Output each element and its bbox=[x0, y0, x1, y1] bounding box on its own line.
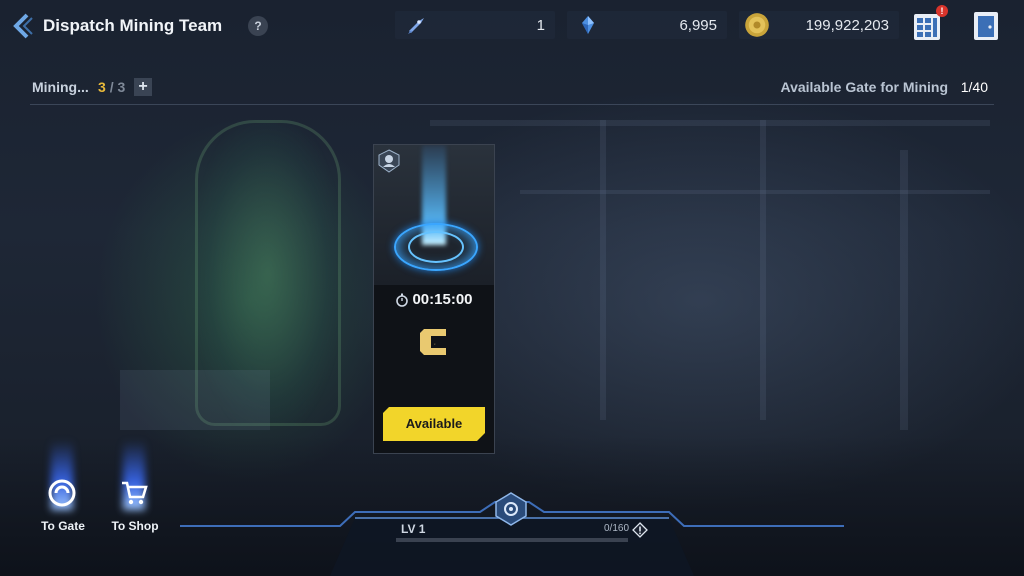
svg-text:C: C bbox=[434, 344, 436, 346]
top-bar: Dispatch Mining Team ? 1 6,995 199,922,2… bbox=[0, 0, 1024, 54]
rocket-resource: 1 bbox=[395, 11, 555, 39]
crystal-icon bbox=[582, 16, 594, 34]
back-button[interactable] bbox=[10, 12, 36, 40]
mining-team-card[interactable]: 00:15:00 C Available bbox=[373, 144, 495, 454]
gold-coin-icon bbox=[745, 13, 769, 37]
add-mining-slot-button[interactable]: + bbox=[134, 78, 152, 96]
page-title: Dispatch Mining Team bbox=[43, 16, 223, 35]
hunter-badge-icon bbox=[378, 149, 400, 173]
card-artwork bbox=[374, 145, 494, 285]
available-gate-label: Available Gate for Mining bbox=[780, 79, 948, 95]
warning-icon[interactable] bbox=[632, 522, 648, 538]
mining-max: 3 bbox=[117, 79, 126, 95]
exit-door-button[interactable] bbox=[970, 10, 1002, 42]
xp-text: 0/160 bbox=[604, 523, 630, 534]
gold-count: 199,922,203 bbox=[805, 17, 889, 34]
mining-count: 3 / 3 bbox=[98, 79, 125, 95]
door-exit-icon bbox=[974, 12, 998, 40]
mining-current: 3 bbox=[98, 79, 106, 95]
notification-badge: ! bbox=[936, 5, 948, 17]
green-portal bbox=[195, 120, 341, 426]
grade-c-icon: C bbox=[420, 329, 446, 355]
rocket-count: 1 bbox=[536, 17, 545, 34]
mining-separator: / bbox=[109, 79, 114, 95]
stopwatch-icon bbox=[396, 293, 409, 307]
dispatch-timer: 00:15:00 bbox=[374, 291, 494, 308]
level-emblem-icon bbox=[495, 492, 527, 526]
help-button[interactable]: ? bbox=[248, 16, 268, 36]
crystal-resource: 6,995 bbox=[567, 11, 727, 39]
gold-resource: 199,922,203 bbox=[739, 11, 899, 39]
level-label: LV 1 bbox=[401, 522, 426, 536]
rocket-icon bbox=[408, 18, 424, 34]
divider bbox=[30, 104, 994, 105]
menu-grid-button[interactable]: ! bbox=[912, 5, 948, 42]
mining-label: Mining... bbox=[32, 79, 89, 95]
timer-value: 00:15:00 bbox=[412, 291, 473, 308]
crystal-count: 6,995 bbox=[679, 17, 717, 34]
xp-progress-bar bbox=[396, 538, 628, 542]
back-arrow-icon bbox=[13, 13, 33, 39]
available-gate-count: 1/40 bbox=[960, 79, 988, 95]
available-button[interactable]: Available bbox=[383, 407, 485, 441]
